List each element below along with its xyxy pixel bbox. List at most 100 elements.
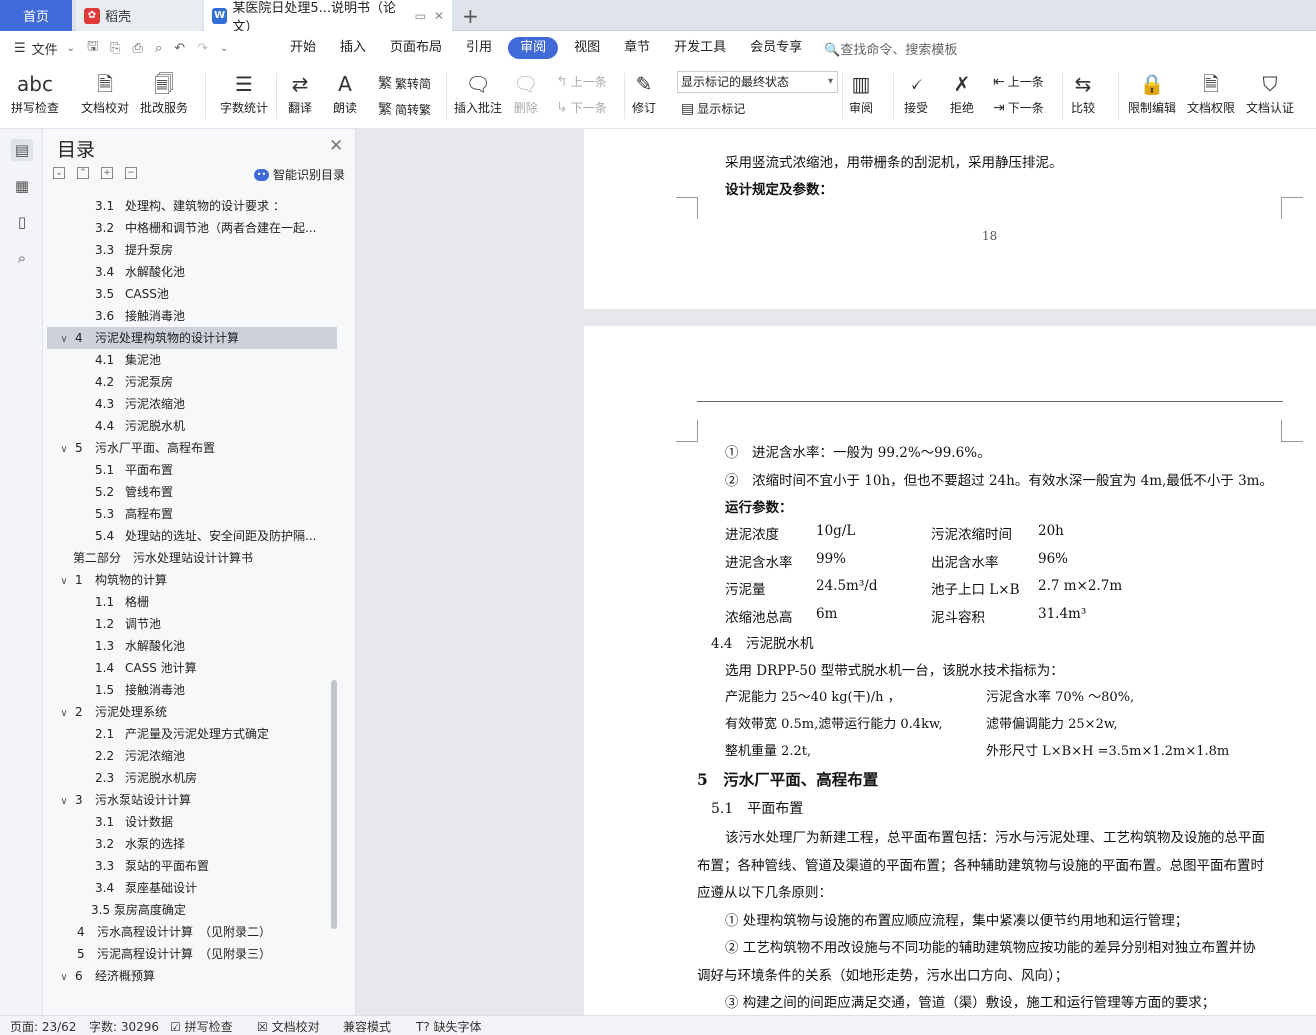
reject-button[interactable]: ✗ 拒绝: [950, 69, 974, 116]
batch-service-button[interactable]: 🗐 批改服务: [140, 69, 188, 116]
menu-tab[interactable]: 开发工具: [662, 37, 738, 59]
menu-tab[interactable]: 章节: [612, 37, 662, 59]
toc-item[interactable]: 3.1 处理构、建筑物的设计要求 ：: [47, 195, 337, 217]
word-count-status[interactable]: 字数: 30296: [89, 1018, 159, 1035]
toc-item[interactable]: 5.2 管线布置: [47, 481, 337, 503]
toc-item[interactable]: 4.3 污泥浓缩池: [47, 393, 337, 415]
export-icon[interactable]: ⎘: [107, 41, 123, 56]
document-certify-button[interactable]: ⛉ 文档认证: [1246, 69, 1294, 116]
next-change-button[interactable]: ⇥ 下一条: [993, 99, 1044, 116]
trad-to-simp-button[interactable]: 繁繁转简: [378, 73, 431, 93]
toc-item[interactable]: ∨ 5 污水厂平面、高程布置: [47, 437, 337, 459]
remove-level-icon[interactable]: −: [125, 167, 137, 179]
missing-font-status[interactable]: T? 缺失字体: [416, 1018, 482, 1035]
save-icon[interactable]: 🖫: [84, 37, 101, 59]
insert-comment-button[interactable]: 🗨 插入批注: [454, 69, 502, 116]
doc-check-status[interactable]: ☒ 文档校对: [257, 1018, 320, 1035]
float-icon[interactable]: ▭: [415, 9, 426, 23]
simp-to-trad-button[interactable]: 繁简转繁: [378, 99, 431, 119]
close-icon[interactable]: ✕: [329, 136, 343, 156]
toc-item[interactable]: ∨ 6 经济概预算: [47, 965, 337, 987]
undo-icon[interactable]: ↶: [171, 41, 188, 56]
track-changes-button[interactable]: ✎ 修订: [632, 69, 656, 116]
hamburger-icon[interactable]: ☰: [14, 41, 26, 56]
markup-state-select[interactable]: 显示标记的最终状态: [677, 71, 838, 93]
collapse-all-icon[interactable]: ⌄: [53, 167, 65, 179]
toc-item[interactable]: 3.2 水泵的选择: [47, 833, 337, 855]
chevron-down-icon[interactable]: ∨: [57, 439, 71, 461]
restrict-editing-button[interactable]: 🔒 限制编辑: [1128, 69, 1176, 116]
chevron-down-icon[interactable]: ∨: [57, 791, 71, 813]
prev-change-button[interactable]: ⇤ 上一条: [993, 73, 1044, 90]
print-icon[interactable]: ⎙: [130, 41, 146, 56]
toc-item[interactable]: 5.4 处理站的选址、安全间距及防护隔...: [47, 525, 337, 547]
menu-tab[interactable]: 插入: [328, 37, 378, 59]
chevron-down-icon[interactable]: ∨: [57, 571, 71, 593]
show-markup-button[interactable]: ▤ 显示标记: [681, 100, 745, 117]
review-pane-button[interactable]: ▥ 审阅: [849, 69, 873, 116]
toc-item[interactable]: 1.1 格栅: [47, 591, 337, 613]
toc-scrollbar[interactable]: [331, 680, 337, 929]
menu-tab[interactable]: 开始: [278, 37, 328, 59]
read-aloud-button[interactable]: A 朗读: [333, 69, 357, 116]
toc-item[interactable]: 2.1 产泥量及污泥处理方式确定: [47, 723, 337, 745]
menu-tab[interactable]: 审阅: [508, 37, 559, 59]
toc-item[interactable]: 4.4 污泥脱水机: [47, 415, 337, 437]
toc-item[interactable]: 4.2 污泥泵房: [47, 371, 337, 393]
chevron-down-icon[interactable]: ∨: [57, 967, 71, 989]
print-preview-icon[interactable]: ⌕: [152, 41, 165, 56]
page-indicator[interactable]: 页面: 23/62: [10, 1018, 76, 1035]
toc-item[interactable]: 5.3 高程布置: [47, 503, 337, 525]
accept-button[interactable]: 🗸 接受: [904, 69, 928, 116]
new-tab-icon[interactable]: +: [462, 4, 479, 28]
prev-comment-button[interactable]: ↰ 上一条: [556, 73, 607, 90]
menu-tab[interactable]: 页面布局: [378, 37, 454, 59]
toc-item[interactable]: 1.2 调节池: [47, 613, 337, 635]
file-menu[interactable]: 文件: [32, 39, 58, 58]
toc-item[interactable]: 3.6 接触消毒池: [47, 305, 337, 327]
tab-document[interactable]: W 某医院日处理5...说明书（论文） ▭ ✕: [204, 0, 452, 35]
doc-check-button[interactable]: 🗎 文档校对: [81, 69, 129, 116]
chevron-down-icon[interactable]: ∨: [57, 703, 71, 725]
toc-item[interactable]: 3.1 设计数据: [47, 811, 337, 833]
document-permission-button[interactable]: 🗎 文档权限: [1187, 69, 1235, 116]
toc-item[interactable]: 2.2 污泥浓缩池: [47, 745, 337, 767]
navigation-icon[interactable]: ▦: [11, 175, 33, 197]
search-icon[interactable]: ⌕: [11, 247, 33, 269]
toc-item[interactable]: 3.3 提升泵房: [47, 239, 337, 261]
toc-item[interactable]: 3.4 泵座基础设计: [47, 877, 337, 899]
toc-item[interactable]: 1.4 CASS 池计算: [47, 657, 337, 679]
next-comment-button[interactable]: ↳ 下一条: [556, 99, 607, 116]
toc-item[interactable]: 1.5 接触消毒池: [47, 679, 337, 701]
tab-daoke[interactable]: ✿ 稻壳: [76, 0, 202, 31]
toc-item[interactable]: 第二部分 污水处理站设计计算书: [47, 547, 337, 569]
toc-item[interactable]: 5.1 平面布置: [47, 459, 337, 481]
toc-item[interactable]: 2.3 污泥脱水机房: [47, 767, 337, 789]
add-level-icon[interactable]: +: [101, 167, 113, 179]
tab-home[interactable]: 首页: [0, 0, 72, 31]
command-search[interactable]: 🔍查找命令、搜索模板: [824, 39, 957, 58]
chevron-down-icon[interactable]: ⌄: [64, 43, 78, 54]
toc-item[interactable]: 4.1 集泥池: [47, 349, 337, 371]
menu-tab[interactable]: 会员专享: [738, 37, 814, 59]
smart-toc-button[interactable]: •• 智能识别目录: [254, 166, 345, 183]
toc-item[interactable]: 3.3 泵站的平面布置: [47, 855, 337, 877]
toc-panel-icon[interactable]: ▤: [11, 139, 33, 161]
toc-item[interactable]: ∨ 4 污泥处理构筑物的设计计算: [47, 327, 337, 349]
delete-comment-button[interactable]: 🗨 删除: [513, 69, 538, 116]
more-icon[interactable]: ⌄: [217, 43, 231, 54]
toc-item[interactable]: ∨ 3 污水泵站设计计算: [47, 789, 337, 811]
menu-tab[interactable]: 引用: [454, 37, 504, 59]
toc-item[interactable]: 4 污水高程设计计算 （见附录二）: [47, 921, 337, 943]
toc-item[interactable]: 1.3 水解酸化池: [47, 635, 337, 657]
redo-icon[interactable]: ↷: [194, 41, 211, 56]
toc-item[interactable]: ∨ 2 污泥处理系统: [47, 701, 337, 723]
toc-item[interactable]: 3.5 泵房高度确定: [47, 899, 337, 921]
spell-check-button[interactable]: abc 拼写检查: [11, 69, 59, 116]
spell-check-status[interactable]: ☑ 拼写检查: [170, 1018, 233, 1035]
toc-item[interactable]: 3.4 水解酸化池: [47, 261, 337, 283]
compare-button[interactable]: ⇆ 比较: [1071, 69, 1095, 116]
toc-item[interactable]: 3.2 中格栅和调节池（两者合建在一起...: [47, 217, 337, 239]
expand-up-icon[interactable]: ⌃: [77, 167, 89, 179]
word-count-button[interactable]: ☰ 字数统计: [220, 69, 268, 116]
